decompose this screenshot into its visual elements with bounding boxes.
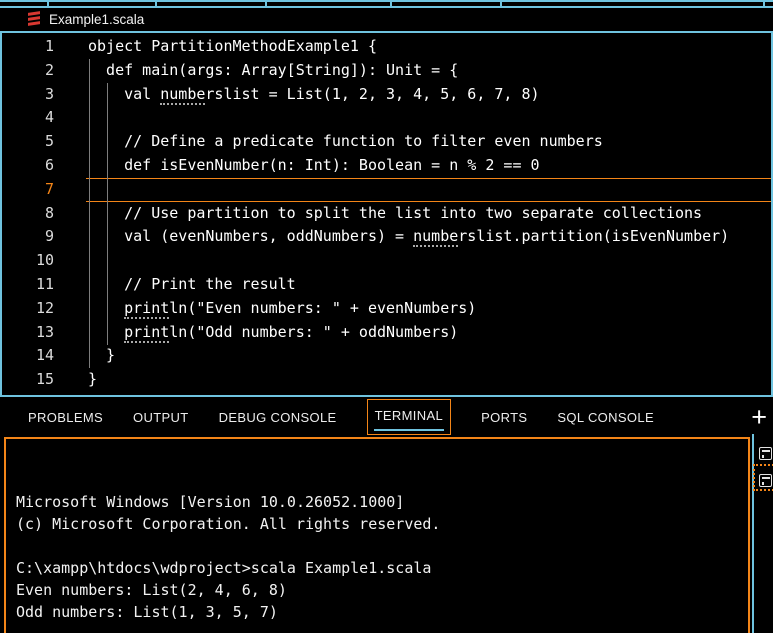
panel-tab-output[interactable]: OUTPUT: [133, 410, 189, 425]
tab-separator: [500, 2, 502, 6]
code-text: [86, 106, 771, 130]
tab-separator: [155, 2, 157, 6]
terminal[interactable]: Microsoft Windows [Version 10.0.26052.10…: [4, 437, 750, 633]
code-text: [86, 178, 771, 202]
line-number[interactable]: 2: [2, 59, 86, 83]
code-text: def main(args: Array[String]): Unit = {: [86, 59, 771, 83]
plus-icon: +: [751, 404, 767, 431]
line-number[interactable]: 9: [2, 225, 86, 249]
terminal-list-item-selected[interactable]: [759, 467, 773, 494]
code-text: println("Even numbers: " + evenNumbers): [86, 297, 771, 321]
tab-separator: [47, 2, 49, 6]
code-line[interactable]: 1object PartitionMethodExample1 {: [2, 35, 771, 59]
hint-underline: numbe: [160, 85, 205, 105]
vscode-window: Example1.scala 1object PartitionMethodEx…: [0, 0, 773, 633]
code-line[interactable]: 14 }: [2, 344, 771, 368]
hint-underline: numbe: [413, 227, 458, 247]
panel-tab-terminal[interactable]: TERMINAL: [367, 399, 452, 435]
code-line[interactable]: 2 def main(args: Array[String]): Unit = …: [2, 59, 771, 83]
code-line[interactable]: 6 def isEvenNumber(n: Int): Boolean = n …: [2, 154, 771, 178]
code-line[interactable]: 8 // Use partition to split the list int…: [2, 202, 771, 226]
line-number[interactable]: 8: [2, 202, 86, 226]
code-text: println("Odd numbers: " + oddNumbers): [86, 321, 771, 345]
line-number[interactable]: 1: [2, 35, 86, 59]
code-line[interactable]: 5 // Define a predicate function to filt…: [2, 130, 771, 154]
terminal-icon: [759, 474, 772, 487]
code-line[interactable]: 9 val (evenNumbers, oddNumbers) = number…: [2, 225, 771, 249]
line-number[interactable]: 10: [2, 249, 86, 273]
new-terminal-button[interactable]: +: [751, 397, 767, 437]
code-line[interactable]: 13 println("Odd numbers: " + oddNumbers): [2, 321, 771, 345]
line-number[interactable]: 14: [2, 344, 86, 368]
terminal-list-item[interactable]: [759, 440, 773, 467]
line-number[interactable]: 13: [2, 321, 86, 345]
tab-separator: [390, 2, 392, 6]
code-line[interactable]: 10: [2, 249, 771, 273]
code-line[interactable]: 3 val numberslist = List(1, 2, 3, 4, 5, …: [2, 83, 771, 107]
code-text: def isEvenNumber(n: Int): Boolean = n % …: [86, 154, 771, 178]
panel-tab-problems[interactable]: PROBLEMS: [28, 410, 103, 425]
tab-separator: [763, 2, 765, 6]
line-number[interactable]: 4: [2, 106, 86, 130]
terminal-lines: Microsoft Windows [Version 10.0.26052.10…: [16, 491, 748, 633]
hint-underline: print: [124, 299, 169, 319]
line-number[interactable]: 5: [2, 130, 86, 154]
line-number[interactable]: 15: [2, 368, 86, 392]
terminal-line: Even numbers: List(2, 4, 6, 8): [16, 579, 748, 601]
editor-lines: 1object PartitionMethodExample1 {2 def m…: [2, 35, 771, 392]
hint-underline: print: [124, 323, 169, 343]
code-text: }: [86, 368, 771, 392]
code-text: [86, 249, 771, 273]
indent-guide: [89, 59, 90, 368]
panel-tab-debug-console[interactable]: DEBUG CONSOLE: [219, 410, 337, 425]
code-text: object PartitionMethodExample1 {: [86, 35, 771, 59]
code-line[interactable]: 12 println("Even numbers: " + evenNumber…: [2, 297, 771, 321]
editor-tab-bar: Example1.scala: [0, 8, 773, 33]
line-number[interactable]: 11: [2, 273, 86, 297]
terminal-line: (c) Microsoft Corporation. All rights re…: [16, 513, 748, 535]
code-line[interactable]: 7: [2, 178, 771, 202]
code-line[interactable]: 15}: [2, 368, 771, 392]
code-text: }: [86, 344, 771, 368]
scala-icon: [28, 12, 40, 27]
tab-separator: [265, 2, 267, 6]
line-number[interactable]: 6: [2, 154, 86, 178]
terminal-line: Microsoft Windows [Version 10.0.26052.10…: [16, 491, 748, 513]
line-number[interactable]: 12: [2, 297, 86, 321]
panel-tab-bar: PROBLEMS OUTPUT DEBUG CONSOLE TERMINAL PORTS…: [0, 397, 733, 437]
code-text: // Define a predicate function to filter…: [86, 130, 771, 154]
tab-example1-scala[interactable]: Example1.scala: [0, 8, 144, 31]
terminal-tabs-list: [759, 440, 773, 494]
code-text: val numberslist = List(1, 2, 3, 4, 5, 6,…: [86, 83, 771, 107]
code-text: // Print the result: [86, 273, 771, 297]
terminal-line: [16, 535, 748, 557]
line-number[interactable]: 3: [2, 83, 86, 107]
terminal-icon: [759, 447, 772, 460]
tab-label: Example1.scala: [49, 12, 144, 27]
terminal-line: [16, 623, 748, 633]
line-number[interactable]: 7: [2, 178, 86, 202]
panel-tab-sql-console[interactable]: SQL CONSOLE: [557, 410, 654, 425]
code-text: // Use partition to split the list into …: [86, 202, 771, 226]
code-text: val (evenNumbers, oddNumbers) = numbersl…: [86, 225, 771, 249]
cutoff-top-row: [0, 0, 773, 8]
terminal-line: Odd numbers: List(1, 3, 5, 7): [16, 601, 748, 623]
code-editor[interactable]: 1object PartitionMethodExample1 {2 def m…: [0, 33, 773, 395]
indent-guide: [107, 83, 108, 345]
code-line[interactable]: 4: [2, 106, 771, 130]
code-line[interactable]: 11 // Print the result: [2, 273, 771, 297]
terminal-line: C:\xampp\htdocs\wdproject>scala Example1…: [16, 557, 748, 579]
panel-tab-ports[interactable]: PORTS: [481, 410, 527, 425]
